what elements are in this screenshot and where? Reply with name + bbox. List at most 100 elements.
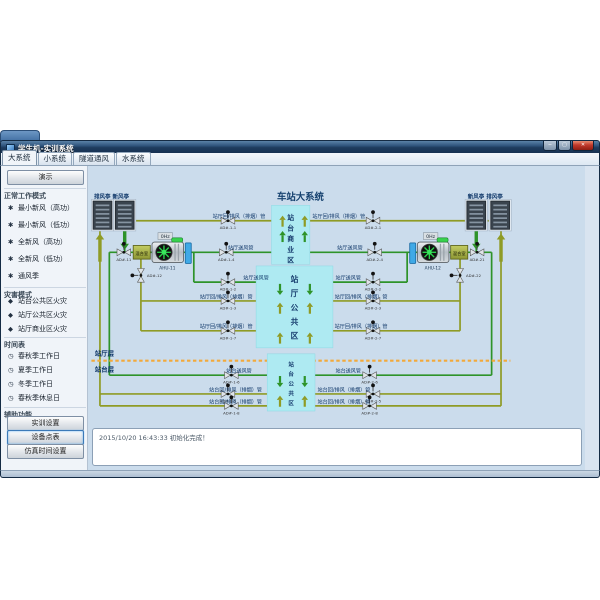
zone-label: 共 — [288, 389, 294, 397]
aux-button-1[interactable]: 实训设置 — [7, 416, 84, 431]
damper-tag: AD#-1-3 — [220, 305, 237, 310]
fan-frequency: 0Hz — [161, 234, 171, 240]
sidebar-item-label: 站厅商业区火灾 — [18, 325, 67, 333]
duct-label: 站厅回/排风（排烟）管 — [213, 213, 266, 220]
zone-label: 业 — [287, 245, 294, 254]
system-tabbar: 大系统小系统隧道通风水系统 — [0, 153, 600, 166]
flow-arrow-shaft — [304, 235, 306, 242]
flow-arrow-shaft — [98, 239, 101, 261]
flow-arrow-shaft — [309, 284, 311, 291]
duct-label: 站厅回/排风（排烟）管 — [335, 323, 388, 330]
event-log-box: 2015/10/20 16:43:33 初始化完成！ — [92, 428, 582, 466]
damper-AD#-2-6[interactable] — [363, 365, 377, 379]
aux-button-2[interactable]: 设备点表 — [7, 430, 84, 445]
fire-icon: ◆ — [8, 325, 16, 333]
flow-arrow-shaft — [279, 400, 281, 407]
sidebar-item-label: 最小新风（高功） — [18, 204, 74, 212]
damper-tag: AD#-22 — [466, 273, 482, 278]
duct-label: 站台送风管 — [226, 368, 252, 375]
level-label: 站台层 — [95, 365, 115, 374]
sidebar-item[interactable]: ◆站厅公共区火灾 — [8, 310, 88, 320]
duct-label: 站台回/排风（排烟）管 — [209, 386, 262, 393]
close-button[interactable]: ✕ — [572, 141, 594, 151]
damper-tag: AD#-1-4 — [218, 257, 235, 262]
fan-icon: ✱ — [8, 255, 16, 263]
zone-label: 公 — [291, 303, 299, 312]
fan-icon: ✱ — [8, 238, 16, 246]
sidebar-item[interactable]: ◷夏季工作日 — [8, 365, 88, 375]
flow-arrow-shaft — [475, 229, 478, 244]
damper-tag: AD#-1-7 — [220, 335, 237, 340]
sidebar-item-label: 全新风（高功） — [18, 238, 67, 246]
tab-1[interactable]: 大系统 — [2, 150, 37, 165]
duct-label: 站台回/排风（排烟）管 — [318, 386, 371, 393]
sidebar-item-label: 全新风（低功） — [18, 255, 67, 263]
damper-tag: AD#-2-8 — [361, 410, 378, 415]
flow-arrow-shaft — [281, 220, 283, 227]
maximize-button[interactable]: ▢ — [558, 141, 571, 151]
window-bottom-frame — [0, 470, 600, 478]
damper-tag: AD#-1-6 — [223, 380, 240, 385]
fan-status-pill — [172, 238, 183, 242]
aux-button-3[interactable]: 仿真时间设置 — [7, 444, 84, 459]
damper-AD#-2-4[interactable] — [368, 242, 382, 256]
control-sidebar: 演示正常工作模式✱最小新风（高功）✱最小新风（低功）✱全新风（高功）✱全新风（低… — [0, 166, 88, 470]
flow-arrow-shaft — [309, 337, 311, 344]
sidebar-item-label: 冬季工作日 — [18, 380, 53, 388]
minimize-button[interactable]: ─ — [543, 141, 557, 151]
damper-tag: AD#-11 — [116, 257, 132, 262]
duct-label: 站厅回/排风（排烟）管 — [335, 293, 388, 300]
zone-label: 厅 — [291, 289, 299, 298]
sidebar-item-label: 春秋季休息日 — [18, 394, 60, 402]
duct-label: 站厅回/排风（排烟）管 — [200, 323, 253, 330]
shaft-label: 新风亭 排风亭 — [468, 193, 504, 201]
fire-icon: ◆ — [8, 311, 16, 319]
sidebar-item[interactable]: ◷春秋季休息日 — [8, 393, 88, 403]
zone-label: 区 — [291, 331, 299, 340]
sidebar-item[interactable]: ✱通风季 — [8, 271, 88, 281]
damper-tag: AD#-1-8 — [223, 410, 240, 415]
sidebar-item[interactable]: ✱全新风（低功） — [8, 254, 88, 264]
sidebar-item-label: 通风季 — [18, 272, 39, 280]
zone-label: 公 — [288, 381, 294, 388]
damper-tag: AD#-2-3 — [365, 305, 382, 310]
flow-arrow-shaft — [279, 337, 281, 344]
fan-tag-label: AHU-12 — [425, 265, 441, 271]
fan-icon: ✱ — [8, 204, 16, 212]
duct-label: 站厅回/排风（排烟）管 — [312, 213, 365, 220]
sidebar-item[interactable]: ◷春秋季工作日 — [8, 351, 88, 361]
fan-icon: ✱ — [8, 221, 16, 229]
main-mimic-area: 站台商业区站厅公共区站台公共区混合室混合室0HzAHU-110HzAHU-12A… — [88, 166, 600, 470]
fire-icon: ◆ — [8, 297, 16, 305]
sidebar-item[interactable]: ◆站台公共区火灾 — [8, 296, 88, 306]
damper-AD#-1-2[interactable] — [221, 272, 235, 286]
sidebar-item[interactable]: ✱最小新风（低功） — [8, 220, 88, 230]
zone-label: 商 — [287, 234, 294, 243]
damper-AD#-22[interactable] — [450, 269, 464, 283]
duct-label: 站台送风管 — [335, 368, 361, 375]
damper-tag: AD#-21 — [470, 257, 486, 262]
tab-3[interactable]: 隧道通风 — [73, 152, 115, 165]
sidebar-item[interactable]: ✱全新风（高功） — [8, 237, 88, 247]
damper-AD#-2-1[interactable] — [366, 210, 380, 224]
flow-arrow-shaft — [309, 307, 311, 314]
fan-hub — [427, 250, 432, 255]
tab-4[interactable]: 水系统 — [116, 152, 151, 165]
damper-AD#-2-2[interactable] — [366, 272, 380, 286]
flow-arrow-shaft — [499, 239, 502, 261]
zone-label: 共 — [291, 316, 299, 326]
damper-tag: AD#-2-6 — [361, 380, 378, 385]
flow-arrow-shaft — [304, 400, 306, 407]
sidebar-item[interactable]: ✱最小新风（高功） — [8, 203, 88, 213]
duct-label: 站厅送风管 — [228, 245, 254, 252]
demo-button[interactable]: 演示 — [7, 170, 84, 185]
tab-2[interactable]: 小系统 — [38, 152, 73, 165]
damper-tag: AD#-12 — [147, 273, 163, 278]
clock-icon: ◷ — [8, 394, 16, 402]
damper-AD#-12[interactable] — [130, 269, 144, 283]
sidebar-item[interactable]: ◷冬季工作日 — [8, 379, 88, 389]
sidebar-item[interactable]: ◆站厅商业区火灾 — [8, 324, 88, 334]
level-label: 站厅层 — [95, 349, 115, 358]
fan-hub — [162, 250, 167, 255]
fan-icon: ✱ — [8, 272, 16, 280]
